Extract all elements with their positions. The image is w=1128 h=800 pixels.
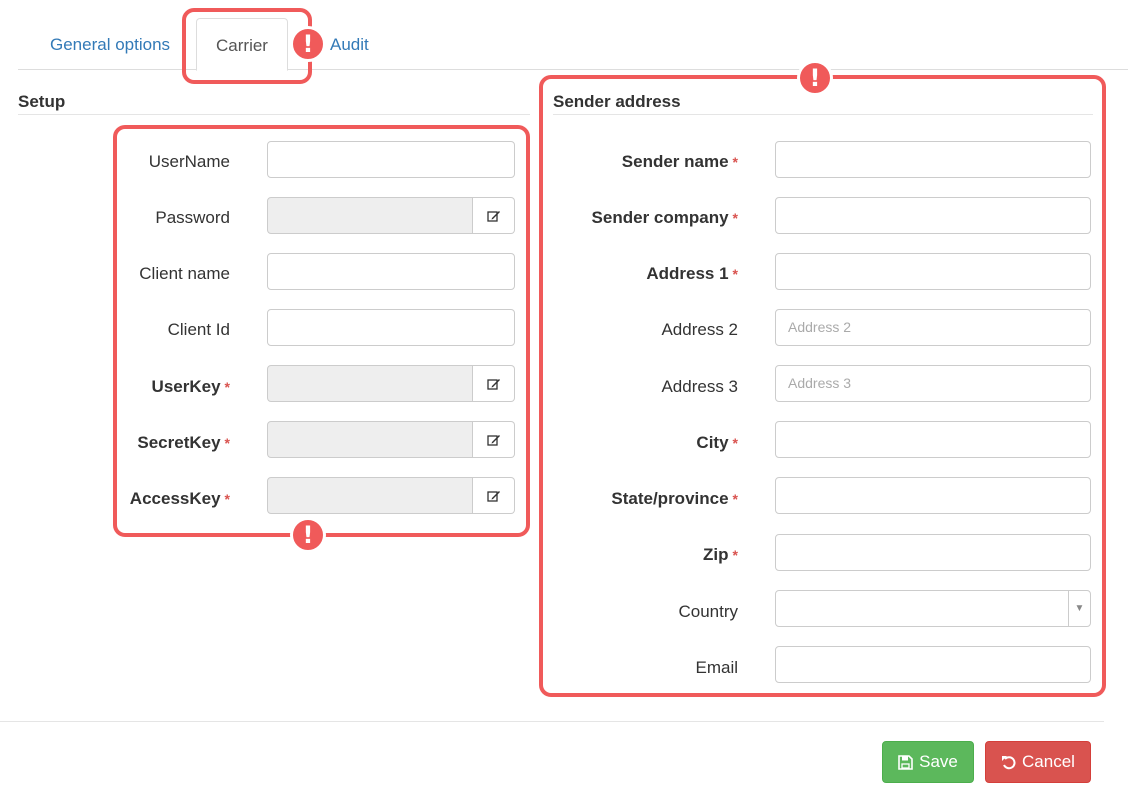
city-label-text: City xyxy=(696,433,729,452)
sender-company-label: Sender company * xyxy=(560,208,738,228)
warning-icon: ! xyxy=(797,60,833,96)
state-province-input[interactable] xyxy=(775,477,1091,514)
required-marker: * xyxy=(732,547,738,563)
required-marker: * xyxy=(732,210,738,226)
sender-company-input[interactable] xyxy=(775,197,1091,234)
secretkey-label: SecretKey * xyxy=(110,433,230,453)
edit-icon xyxy=(486,210,500,222)
password-input xyxy=(267,197,473,234)
secretkey-input xyxy=(267,421,473,458)
userkey-label-text: UserKey xyxy=(151,377,221,396)
edit-icon xyxy=(486,490,500,502)
accesskey-edit-button[interactable] xyxy=(473,477,515,514)
secretkey-edit-button[interactable] xyxy=(473,421,515,458)
warning-icon: ! xyxy=(290,26,326,62)
userkey-input xyxy=(267,365,473,402)
userkey-edit-button[interactable] xyxy=(473,365,515,402)
cancel-button[interactable]: Cancel xyxy=(985,741,1091,783)
required-marker: * xyxy=(732,435,738,451)
required-marker: * xyxy=(224,379,230,395)
tab-general-options[interactable]: General options xyxy=(50,35,170,55)
state-province-label-text: State/province xyxy=(611,489,729,508)
password-label: Password xyxy=(155,208,230,227)
edit-icon xyxy=(486,378,500,390)
address1-label: Address 1 * xyxy=(580,264,738,284)
city-input[interactable] xyxy=(775,421,1091,458)
save-button[interactable]: Save xyxy=(882,741,974,783)
sender-name-label-text: Sender name xyxy=(621,152,729,171)
undo-icon xyxy=(1002,755,1016,769)
required-marker: * xyxy=(224,491,230,507)
address3-input[interactable]: Address 3 xyxy=(775,365,1091,402)
save-button-label: Save xyxy=(919,752,958,771)
client-id-label: Client Id xyxy=(167,320,230,339)
client-id-input[interactable] xyxy=(267,309,515,346)
zip-input[interactable] xyxy=(775,534,1091,571)
client-name-input[interactable] xyxy=(267,253,515,290)
setup-heading: Setup xyxy=(18,92,66,111)
address2-label: Address 2 xyxy=(661,320,738,339)
sender-company-label-text: Sender company xyxy=(591,208,729,227)
username-label: UserName xyxy=(148,152,230,171)
secretkey-label-text: SecretKey xyxy=(137,433,221,452)
edit-icon xyxy=(486,434,500,446)
userkey-label: UserKey * xyxy=(110,377,230,397)
password-edit-button[interactable] xyxy=(473,197,515,234)
footer-divider xyxy=(0,721,1104,722)
zip-label: Zip * xyxy=(580,545,738,565)
address3-label: Address 3 xyxy=(661,377,738,396)
username-input[interactable] xyxy=(267,141,515,178)
client-name-label: Client name xyxy=(139,264,230,283)
setup-divider xyxy=(18,114,530,115)
country-select[interactable]: ▼ xyxy=(775,590,1091,627)
accesskey-input xyxy=(267,477,473,514)
required-marker: * xyxy=(732,154,738,170)
required-marker: * xyxy=(732,491,738,507)
address3-placeholder: Address 3 xyxy=(788,375,852,391)
sender-name-label: Sender name * xyxy=(580,152,738,172)
tab-carrier[interactable]: Carrier xyxy=(196,18,288,71)
city-label: City * xyxy=(580,433,738,453)
country-label: Country xyxy=(678,602,738,621)
address2-placeholder: Address 2 xyxy=(788,319,852,335)
email-label: Email xyxy=(695,658,738,677)
address1-input[interactable] xyxy=(775,253,1091,290)
address2-input[interactable]: Address 2 xyxy=(775,309,1091,346)
sender-address-heading: Sender address xyxy=(553,92,681,111)
required-marker: * xyxy=(224,435,230,451)
accesskey-label-text: AccessKey xyxy=(129,489,221,508)
cancel-button-label: Cancel xyxy=(1022,752,1075,771)
address1-label-text: Address 1 xyxy=(646,264,729,283)
accesskey-label: AccessKey * xyxy=(100,489,230,509)
caret-down-icon[interactable]: ▼ xyxy=(1068,591,1090,626)
sender-divider xyxy=(553,114,1093,115)
warning-icon: ! xyxy=(290,517,326,553)
required-marker: * xyxy=(732,266,738,282)
tab-bar: General options Audit Carrier xyxy=(18,0,1128,71)
sender-name-input[interactable] xyxy=(775,141,1091,178)
email-input[interactable] xyxy=(775,646,1091,683)
floppy-disk-icon xyxy=(898,754,913,770)
tab-audit[interactable]: Audit xyxy=(330,35,369,55)
zip-label-text: Zip xyxy=(703,545,729,564)
state-province-label: State/province * xyxy=(560,489,738,509)
